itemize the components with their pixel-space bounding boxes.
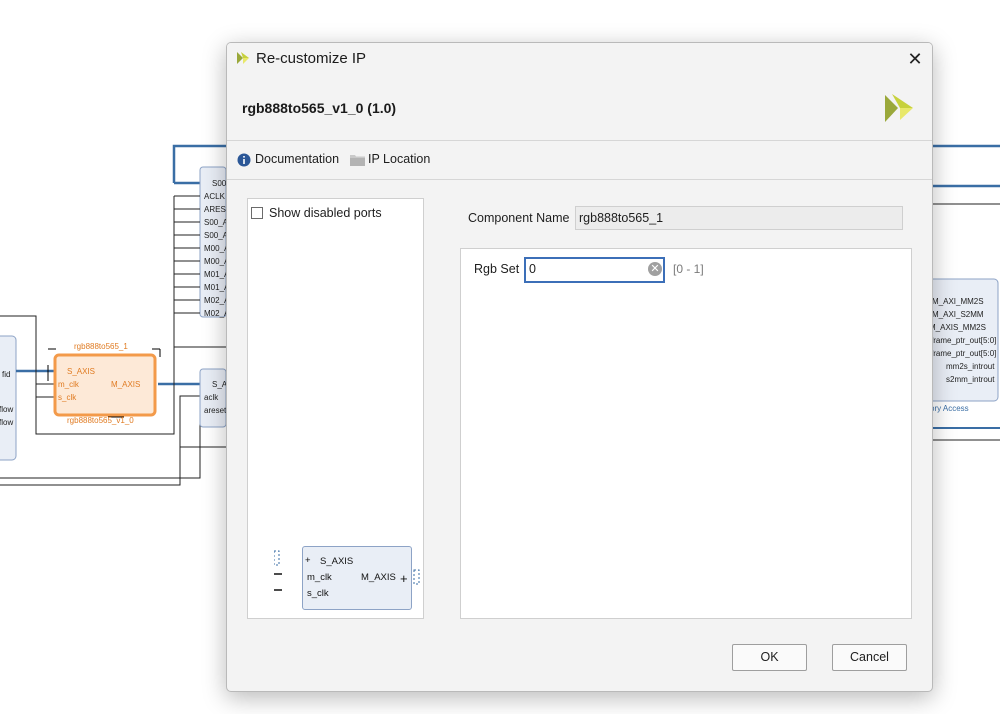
ip-header-title: rgb888to565_v1_0 (1.0) xyxy=(242,100,397,116)
ip-symbol-panel: Show disabled ports + S_AXIS m_clk s_clk… xyxy=(247,198,424,619)
bg-block-instance-name: rgb888to565_1 xyxy=(74,342,128,351)
clear-icon[interactable]: ✕ xyxy=(648,262,662,276)
bg-block-port-s-clk: s_clk xyxy=(58,393,77,402)
bg-block-port-m-axis: M_AXIS xyxy=(111,380,141,389)
bg-block-port-m-clk: m_clk xyxy=(58,380,79,389)
parameters-panel xyxy=(460,248,912,619)
documentation-link[interactable]: Documentation xyxy=(255,152,339,166)
show-disabled-ports-checkbox[interactable] xyxy=(251,207,263,219)
bg-vdma-port-3: frame_ptr_out[5:0] xyxy=(931,336,997,345)
component-name-label: Component Name xyxy=(468,211,570,225)
toolbar-separator xyxy=(227,179,932,180)
bg-vdma-port-2: M_AXIS_MM2S xyxy=(929,323,986,332)
bg-left-port-3: flow xyxy=(0,418,14,427)
bg-vdma-port-6: s2mm_introut xyxy=(946,375,995,384)
info-icon xyxy=(237,153,251,167)
bg-axis-port-1: aclk xyxy=(204,393,219,402)
ip-location-link[interactable]: IP Location xyxy=(368,152,430,166)
bg-vdma-port-0: M_AXI_MM2S xyxy=(932,297,984,306)
bg-vdma-caption: ory Access xyxy=(930,404,969,413)
bg-ic-port-1: ACLK xyxy=(204,192,225,201)
bg-left-port-1: fid xyxy=(2,370,11,379)
bg-block-port-s-axis: S_AXIS xyxy=(67,367,96,376)
ok-button[interactable]: OK xyxy=(732,644,807,671)
bg-ic-port-0: S00 xyxy=(212,179,227,188)
bg-axis-port-2: areset xyxy=(204,406,227,415)
show-disabled-ports-label[interactable]: Show disabled ports xyxy=(269,206,382,220)
bg-vdma-port-4: frame_ptr_out[5:0] xyxy=(931,349,997,358)
bg-left-port-2: flow xyxy=(0,405,14,414)
close-icon[interactable]: ✕ xyxy=(904,48,926,70)
bg-block-ip-name: rgb888to565_v1_0 xyxy=(67,416,134,425)
header-separator xyxy=(227,140,932,141)
xilinx-logo-icon xyxy=(885,94,913,122)
cancel-button[interactable]: Cancel xyxy=(832,644,907,671)
folder-icon xyxy=(350,155,365,166)
bg-vdma-port-1: M_AXI_S2MM xyxy=(932,310,984,319)
rgb-set-label: Rgb Set xyxy=(474,262,520,276)
component-name-field[interactable]: rgb888to565_1 xyxy=(575,206,903,230)
bg-vdma-port-5: mm2s_introut xyxy=(946,362,995,371)
vivado-logo-icon xyxy=(237,52,249,64)
dialog-title: Re-customize IP xyxy=(256,50,367,67)
rgb-set-input[interactable]: 0 xyxy=(524,257,665,283)
rgb-set-range: [0 - 1] xyxy=(673,262,704,276)
ip-symbol-pins xyxy=(274,550,420,591)
recustomize-ip-dialog: Re-customize IP ✕ rgb888to565_v1_0 (1.0)… xyxy=(226,42,933,692)
dialog-titlebar[interactable]: Re-customize IP ✕ xyxy=(227,43,932,75)
bg-ic-port-4: S00_A xyxy=(204,231,229,240)
bg-ic-port-3: S00_A xyxy=(204,218,229,227)
bg-axis-port-0: S_A xyxy=(212,380,228,389)
